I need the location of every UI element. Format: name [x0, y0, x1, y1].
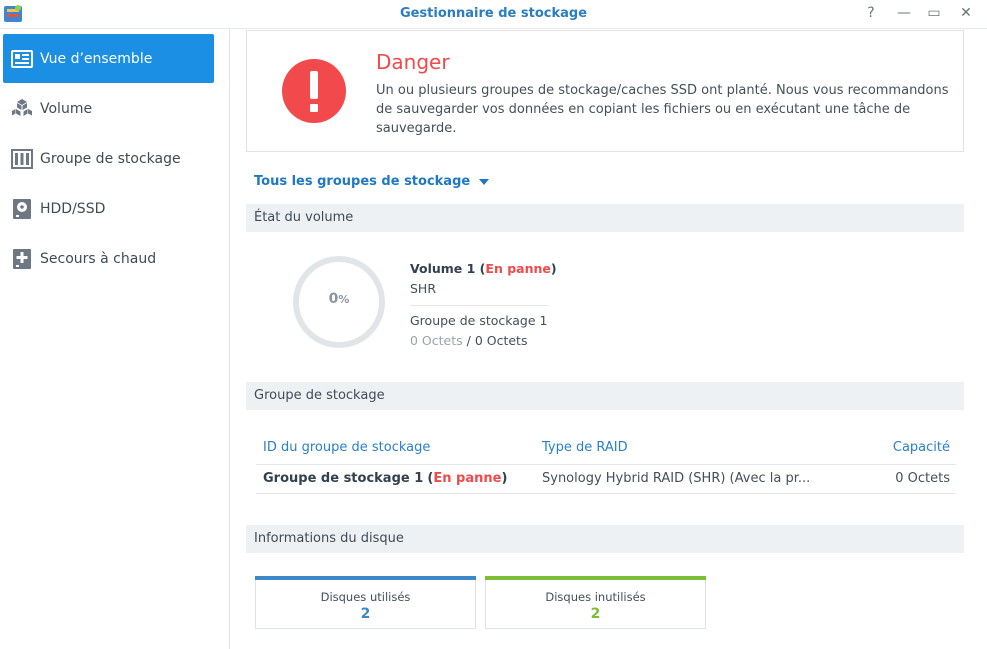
- unused-disks-label: Disques inutilisés: [545, 590, 646, 604]
- sidebar-item-storage-pool[interactable]: Groupe de stockage: [3, 134, 214, 183]
- volume-total: 0 Octets: [474, 333, 528, 348]
- storage-pool-header: Groupe de stockage: [246, 382, 964, 410]
- used-disks-label: Disques utilisés: [320, 590, 411, 604]
- disk-info-header: Informations du disque: [246, 525, 964, 553]
- caret-down-icon: [479, 179, 490, 185]
- volume-name: Volume 1: [410, 261, 476, 276]
- cubes-icon: [11, 98, 33, 120]
- sidebar-item-hdd-ssd[interactable]: HDD/SSD: [3, 184, 214, 233]
- volume-used: 0 Octets: [410, 333, 463, 348]
- used-disks-accent-bar: [255, 576, 476, 580]
- alert-message: Un ou plusieurs groupes de stockage/cach…: [376, 83, 949, 136]
- used-disks-count: 2: [360, 606, 371, 622]
- column-pool-id[interactable]: ID du groupe de stockage: [263, 440, 430, 455]
- pool-raid-type: Synology Hybrid RAID (SHR) (Avec la pr..…: [542, 471, 811, 486]
- unused-disks-card[interactable]: Disques inutilisés 2: [485, 576, 706, 629]
- volume-name-line: Volume 1 (En panne): [410, 261, 557, 276]
- sidebar-item-label: Volume: [40, 100, 93, 117]
- volume-type: SHR: [410, 281, 437, 296]
- storage-pool-filter-dropdown[interactable]: Tous les groupes de stockage: [254, 174, 490, 189]
- sidebar-item-overview[interactable]: Vue d’ensemble: [3, 34, 214, 83]
- pool-id: Groupe de stockage 1: [263, 471, 424, 486]
- usage-value: 0: [328, 291, 339, 307]
- volume-status: En panne: [485, 261, 551, 276]
- storage-pool-table-header: ID du groupe de stockage Type de RAID Ca…: [256, 438, 956, 465]
- exclamation-icon: [282, 59, 346, 123]
- overview-icon: [11, 48, 33, 70]
- volume-pool: Groupe de stockage 1: [410, 313, 548, 328]
- sidebar-item-label: Groupe de stockage: [40, 150, 181, 167]
- window-title: Gestionnaire de stockage: [399, 6, 588, 21]
- pool-id-cell: Groupe de stockage 1 (En panne): [263, 471, 508, 486]
- pool-capacity: 0 Octets: [895, 471, 950, 486]
- minimize-icon[interactable]: —: [893, 3, 915, 23]
- unused-disks-accent-bar: [485, 576, 706, 580]
- usage-unit: %: [338, 293, 350, 306]
- divider: [410, 305, 548, 306]
- disk-icon: [11, 198, 33, 220]
- alert-title: Danger: [376, 50, 450, 74]
- pool-status: En panne: [433, 471, 502, 486]
- sidebar: Vue d’ensemble Volume Groupe de stockage…: [0, 29, 230, 649]
- column-capacity[interactable]: Capacité: [893, 440, 950, 455]
- main-content: Danger Un ou plusieurs groupes de stocka…: [230, 29, 987, 649]
- volume-capacity: 0 Octets / 0 Octets: [410, 333, 528, 348]
- used-disks-card[interactable]: Disques utilisés 2: [255, 576, 476, 629]
- maximize-icon[interactable]: ▭: [923, 3, 945, 23]
- sidebar-item-label: HDD/SSD: [40, 200, 106, 217]
- hot-spare-icon: [11, 248, 33, 270]
- sidebar-item-volume[interactable]: Volume: [3, 84, 214, 133]
- volume-info: Volume 1 (En panne) SHR Groupe de stocka…: [410, 259, 557, 351]
- volume-usage-percent: 0%: [292, 291, 386, 307]
- close-icon[interactable]: ✕: [955, 3, 977, 23]
- storage-pool-icon: [11, 148, 33, 170]
- danger-alert: Danger Un ou plusieurs groupes de stocka…: [246, 30, 964, 152]
- sidebar-item-label: Secours à chaud: [40, 250, 157, 267]
- help-icon[interactable]: ?: [860, 3, 882, 23]
- title-bar: Gestionnaire de stockage ? — ▭ ✕: [0, 0, 987, 29]
- sidebar-item-label: Vue d’ensemble: [40, 50, 153, 67]
- volume-status-header: État du volume: [246, 204, 964, 232]
- sidebar-item-hot-spare[interactable]: Secours à chaud: [3, 234, 214, 283]
- unused-disks-count: 2: [590, 606, 601, 622]
- column-raid-type[interactable]: Type de RAID: [542, 440, 628, 455]
- filter-label: Tous les groupes de stockage: [254, 174, 471, 189]
- table-row[interactable]: Groupe de stockage 1 (En panne) Synology…: [256, 469, 956, 494]
